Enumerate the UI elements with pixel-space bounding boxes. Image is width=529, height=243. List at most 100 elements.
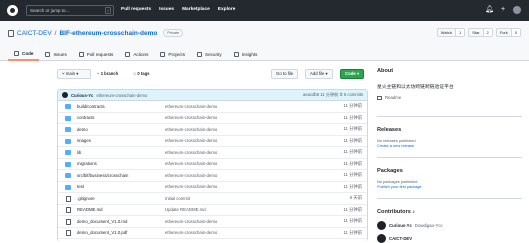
nav-pull-requests[interactable]: Pull requests [121, 7, 151, 12]
file-row[interactable]: build/contracts ethereum-crosschain-demo 1… [58, 101, 367, 113]
file-name-link[interactable]: .gitignore [77, 196, 95, 201]
commit-meta[interactable]: aeacdb6 11 分钟前 ⏱ 6 commits [303, 92, 363, 98]
star-button[interactable]: Star 2 [468, 28, 493, 37]
repo-name-link[interactable]: BIF-ethereum-crosschain-demo [59, 30, 157, 37]
file-row[interactable]: contracts ethereum-crosschain-demo 11 分钟前 [58, 113, 367, 124]
bell-icon[interactable]: 🔔︎ [485, 6, 494, 14]
nav-issues[interactable]: Issues [159, 7, 174, 12]
file-commit-message[interactable]: ethereum-crosschain-demo [165, 150, 217, 155]
tab-issues[interactable]: Issues [39, 47, 72, 61]
go-to-file-button[interactable]: Go to file [271, 69, 299, 79]
file-row[interactable]: demo ethereum-crosschain-demo 11 分钟前 [58, 124, 367, 136]
committer-name[interactable]: Curious-Yc [71, 93, 93, 98]
fork-button[interactable]: Fork 0 [495, 28, 521, 37]
github-logo-icon[interactable] [7, 5, 18, 16]
file-commit-message[interactable]: Update README.md [165, 207, 206, 212]
tags-link[interactable]: ◇ 0 tags [133, 71, 150, 76]
branch-selector[interactable]: ⑂ main ▾ [57, 69, 91, 79]
branch-name: main [65, 71, 76, 76]
file-name-link[interactable]: migrations [77, 161, 97, 166]
tab-insights[interactable]: Insights [228, 47, 264, 61]
file-row[interactable]: src/bif/business/crosschain ethereum-cros… [58, 170, 367, 182]
create-release-link[interactable]: Create a new release [377, 143, 522, 148]
file-icon [65, 195, 71, 202]
file-row[interactable]: demo_document_V1.0.md ethereum-crosschain… [58, 216, 367, 228]
branches-link[interactable]: ⑂ 1 branch [97, 71, 118, 76]
graph-icon [233, 51, 239, 57]
file-name-link[interactable]: contracts [77, 115, 94, 120]
search-input[interactable]: Search or jump to... / [26, 5, 114, 16]
file-commit-message[interactable]: ethereum-crosschain-demo [165, 115, 217, 120]
file-commit-message[interactable]: ethereum-crosschain-demo [165, 184, 217, 189]
nav-marketplace[interactable]: Marketplace [182, 7, 210, 12]
file-age: 11 分钟前 [343, 103, 362, 109]
releases-heading[interactable]: Releases [377, 127, 522, 133]
tab-actions[interactable]: Actions [119, 47, 154, 61]
tab-projects[interactable]: Projects [154, 47, 191, 61]
file-row[interactable]: demo_document_V1.0.pdf ethereum-crosschai… [58, 228, 367, 239]
file-commit-message[interactable]: Initial commit [165, 196, 190, 201]
repo-owner-link[interactable]: CAICT-DEV [17, 30, 52, 37]
file-name-link[interactable]: demo [77, 127, 88, 132]
fork-count[interactable]: 0 [510, 29, 520, 36]
contributor-item[interactable]: Curious-Yc Dowdigao-Ycc [377, 221, 522, 230]
file-age: 5 天前 [349, 195, 362, 201]
file-commit-message[interactable]: ethereum-crosschain-demo [165, 230, 217, 235]
file-row[interactable]: test ethereum-crosschain-demo 11 分钟前 [58, 182, 367, 193]
file-name-link[interactable]: lib [77, 150, 81, 155]
file-commit-message[interactable]: ethereum-crosschain-demo [165, 161, 217, 166]
chevron-down-icon: ▾ [75, 71, 79, 76]
file-name-link[interactable]: test [77, 184, 84, 189]
folder-icon [65, 150, 71, 155]
file-age: 11 分钟前 [343, 206, 362, 212]
file-name-link[interactable]: README.md [77, 207, 103, 212]
latest-commit-bar: Curious-Yc ethereum-crosschain-demo aeac… [58, 90, 367, 101]
publish-package-link[interactable]: Publish your first package [377, 184, 522, 189]
file-commit-message[interactable]: ethereum-crosschain-demo [165, 138, 217, 143]
file-name-link[interactable]: images [77, 138, 91, 143]
code-button[interactable]: Code ▾ [340, 69, 365, 79]
commit-message[interactable]: ethereum-crosschain-demo [96, 93, 147, 98]
repo-separator: / [54, 29, 57, 37]
star-count[interactable]: 2 [482, 29, 492, 36]
star-label: Star [472, 30, 480, 35]
nav-explore[interactable]: Explore [218, 7, 236, 12]
file-name-link[interactable]: demo_document_V1.0.pdf [77, 230, 127, 235]
contributors-heading[interactable]: Contributors 2 [377, 209, 522, 215]
file-name-link[interactable]: demo_document_V1.0.md [77, 219, 127, 224]
contributor-username[interactable]: Curious-Yc [389, 223, 412, 228]
file-row[interactable]: README.md Update README.md 11 分钟前 [58, 205, 367, 216]
file-row[interactable]: .gitignore Initial commit 5 天前 [58, 193, 367, 205]
tab-security[interactable]: Security [191, 47, 228, 61]
contributor-avatar[interactable] [377, 234, 386, 243]
contributor-username[interactable]: CAICT-DEV [389, 236, 412, 241]
repo-actions: Watch 1 Star 2 Fork 0 [436, 28, 521, 37]
file-commit-message[interactable]: ethereum-crosschain-demo [165, 127, 217, 132]
file-name-link[interactable]: build/contracts [77, 104, 105, 109]
tag-icon: ◇ [133, 71, 137, 76]
file-commit-message[interactable]: ethereum-crosschain-demo [165, 173, 217, 178]
readme-link[interactable]: Readme [377, 95, 522, 100]
file-commit-message[interactable]: ethereum-crosschain-demo [165, 104, 217, 109]
watch-button[interactable]: Watch 1 [436, 28, 466, 37]
file-row[interactable]: images ethereum-crosschain-demo 11 分钟前 [58, 136, 367, 147]
search-placeholder: Search or jump to... [30, 8, 70, 13]
divider [377, 157, 522, 158]
watch-count[interactable]: 1 [454, 29, 465, 36]
user-avatar[interactable] [513, 6, 521, 14]
committer-avatar[interactable] [62, 92, 68, 98]
plus-icon[interactable]: + [499, 6, 507, 14]
contributor-avatar[interactable] [377, 221, 386, 230]
packages-heading[interactable]: Packages [377, 168, 522, 174]
file-commit-message[interactable]: ethereum-crosschain-demo [165, 219, 217, 224]
tab-code[interactable]: Code [8, 47, 40, 61]
file-row[interactable]: migrations ethereum-crosschain-demo 11 分钟前 [58, 159, 367, 170]
contributor-item[interactable]: CAICT-DEV [377, 234, 522, 243]
tab-actions-label: Actions [133, 51, 149, 57]
file-row[interactable]: lib ethereum-crosschain-demo 11 分钟前 [58, 147, 367, 159]
tab-pull-requests[interactable]: Pull requests [73, 47, 120, 61]
add-file-button[interactable]: Add file ▾ [305, 69, 333, 79]
file-name-link[interactable]: src/bif/business/crosschain [77, 173, 128, 178]
branch-bar: ⑂ main ▾ ⑂ 1 branch ◇ 0 tags Go to file … [57, 69, 368, 80]
tags-count: 0 tags [137, 71, 150, 76]
